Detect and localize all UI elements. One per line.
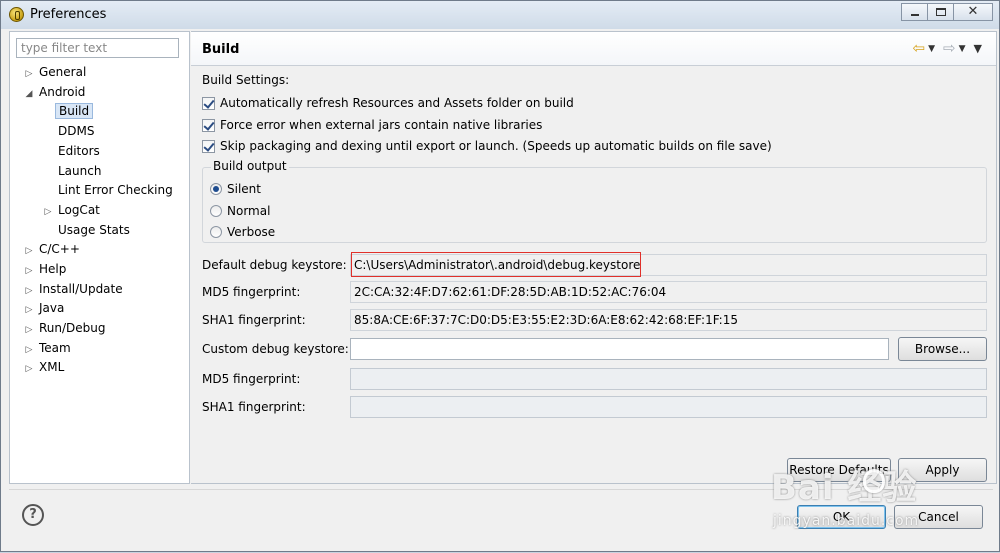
- auto-refresh-label: Automatically refresh Resources and Asse…: [220, 96, 574, 110]
- custom-keystore-label: Custom debug keystore:: [202, 342, 349, 356]
- expand-arrow-icon[interactable]: ▷: [41, 203, 55, 222]
- preference-page: Build ⇦ ▼ ⇨ ▼ ▼ Build Settings: Automati…: [191, 31, 997, 484]
- window-title: Preferences: [30, 7, 107, 22]
- radio-normal-label: Normal: [227, 204, 271, 218]
- minimize-icon: [911, 14, 919, 16]
- sha1-fingerprint-value: 85:8A:CE:6F:37:7C:D0:D5:E3:55:E2:3D:6A:E…: [354, 313, 738, 327]
- tree-item-android[interactable]: ◢ Android: [22, 83, 88, 102]
- radio-normal-row[interactable]: Normal: [210, 203, 270, 219]
- close-icon: ✕: [967, 4, 979, 19]
- expand-arrow-icon[interactable]: ▷: [22, 301, 36, 320]
- md5-fingerprint-label: MD5 fingerprint:: [202, 285, 301, 299]
- md5-fingerprint-field[interactable]: 2C:CA:32:4F:D7:62:61:DF:28:5D:AB:1D:52:A…: [350, 281, 987, 303]
- tree-item-install-update[interactable]: ▷ Install/Update: [22, 280, 126, 299]
- page-header: Build ⇦ ▼ ⇨ ▼ ▼: [191, 32, 996, 66]
- ok-button[interactable]: OK: [797, 505, 886, 529]
- build-output-legend: Build output: [211, 159, 289, 173]
- radio-verbose-row[interactable]: Verbose: [210, 224, 275, 240]
- preferences-window: Preferences ✕ ▷General ◢Android Build DD…: [0, 0, 1000, 552]
- tree-item-cpp[interactable]: ▷ C/C++: [22, 240, 83, 259]
- tree-item-help[interactable]: ▷ Help: [22, 260, 69, 279]
- skip-packaging-checkbox-row[interactable]: Skip packaging and dexing until export o…: [202, 138, 772, 154]
- window-controls: ✕: [901, 3, 993, 21]
- close-button[interactable]: ✕: [953, 3, 993, 21]
- expand-arrow-icon[interactable]: ▷: [22, 242, 36, 261]
- custom-sha1-fingerprint-field: [350, 396, 987, 418]
- skip-packaging-checkbox[interactable]: [202, 139, 215, 153]
- expand-arrow-icon[interactable]: ▷: [22, 360, 36, 379]
- skip-packaging-label: Skip packaging and dexing until export o…: [220, 139, 772, 153]
- tree-item-java[interactable]: ▷ Java: [22, 299, 67, 318]
- custom-sha1-fingerprint-label: SHA1 fingerprint:: [202, 400, 306, 414]
- default-keystore-label: Default debug keystore:: [202, 258, 347, 272]
- expand-arrow-icon[interactable]: ▷: [22, 321, 36, 340]
- default-keystore-value: C:\Users\Administrator\.android\debug.ke…: [354, 258, 641, 272]
- collapse-arrow-icon[interactable]: ◢: [22, 85, 36, 104]
- tree-item-ddms[interactable]: DDMS: [55, 122, 97, 141]
- custom-md5-fingerprint-label: MD5 fingerprint:: [202, 372, 301, 386]
- sha1-fingerprint-label: SHA1 fingerprint:: [202, 313, 306, 327]
- radio-verbose[interactable]: [210, 226, 222, 238]
- page-navigation: ⇦ ▼ ⇨ ▼ ▼: [913, 41, 982, 56]
- back-arrow-icon[interactable]: ⇦: [913, 41, 926, 56]
- tree-item-build[interactable]: Build: [55, 102, 94, 121]
- auto-refresh-checkbox-row[interactable]: Automatically refresh Resources and Asse…: [202, 95, 574, 111]
- tree-item-team[interactable]: ▷ Team: [22, 339, 74, 358]
- radio-verbose-label: Verbose: [227, 225, 276, 239]
- preferences-tree-panel: ▷General ◢Android Build DDMS Editors Lau…: [9, 31, 190, 484]
- filter-input[interactable]: [16, 38, 179, 58]
- footer-separator: [9, 489, 993, 490]
- back-history-dropdown-icon[interactable]: ▼: [928, 44, 935, 54]
- browse-button[interactable]: Browse...: [898, 337, 987, 361]
- sha1-fingerprint-field[interactable]: 85:8A:CE:6F:37:7C:D0:D5:E3:55:E2:3D:6A:E…: [350, 309, 987, 331]
- expand-arrow-icon[interactable]: ▷: [22, 65, 36, 84]
- radio-normal[interactable]: [210, 205, 222, 217]
- auto-refresh-checkbox[interactable]: [202, 96, 215, 110]
- build-output-group: [202, 167, 987, 243]
- page-title: Build: [202, 42, 240, 57]
- default-keystore-field[interactable]: C:\Users\Administrator\.android\debug.ke…: [350, 252, 987, 277]
- tree-item-xml[interactable]: ▷ XML: [22, 358, 67, 377]
- force-error-checkbox-row[interactable]: Force error when external jars contain n…: [202, 117, 542, 133]
- tree-item-lint-error-checking[interactable]: Lint Error Checking: [55, 181, 176, 200]
- custom-keystore-input[interactable]: [350, 338, 889, 360]
- expand-arrow-icon[interactable]: ▷: [22, 262, 36, 281]
- build-settings-label: Build Settings:: [202, 73, 290, 87]
- tree-item-usage-stats[interactable]: Usage Stats: [55, 221, 133, 240]
- title-bar[interactable]: Preferences ✕: [1, 1, 999, 29]
- help-icon[interactable]: ?: [22, 504, 44, 526]
- tree-item-launch[interactable]: Launch: [55, 162, 104, 181]
- custom-md5-fingerprint-field: [350, 368, 987, 390]
- tree-item-editors[interactable]: Editors: [55, 142, 103, 161]
- apply-button[interactable]: Apply: [898, 458, 987, 482]
- force-error-label: Force error when external jars contain n…: [220, 118, 543, 132]
- minimize-button[interactable]: [901, 3, 927, 21]
- tree-item-logcat[interactable]: ▷ LogCat: [41, 201, 103, 220]
- force-error-checkbox[interactable]: [202, 118, 215, 132]
- maximize-button[interactable]: [927, 3, 953, 21]
- forward-arrow-icon[interactable]: ⇨: [943, 41, 956, 56]
- restore-defaults-button[interactable]: Restore Defaults: [787, 458, 891, 482]
- radio-silent-row[interactable]: Silent: [210, 181, 261, 197]
- radio-silent[interactable]: [210, 183, 222, 195]
- tree-item-general[interactable]: ▷ General: [22, 63, 89, 82]
- forward-history-dropdown-icon[interactable]: ▼: [959, 44, 966, 54]
- maximize-icon: [936, 8, 946, 16]
- cancel-button[interactable]: Cancel: [894, 505, 983, 529]
- md5-fingerprint-value: 2C:CA:32:4F:D7:62:61:DF:28:5D:AB:1D:52:A…: [354, 285, 667, 299]
- radio-silent-label: Silent: [227, 182, 261, 196]
- view-menu-icon[interactable]: ▼: [974, 42, 982, 55]
- tree-item-run-debug[interactable]: ▷ Run/Debug: [22, 319, 109, 338]
- eclipse-icon: [9, 7, 24, 22]
